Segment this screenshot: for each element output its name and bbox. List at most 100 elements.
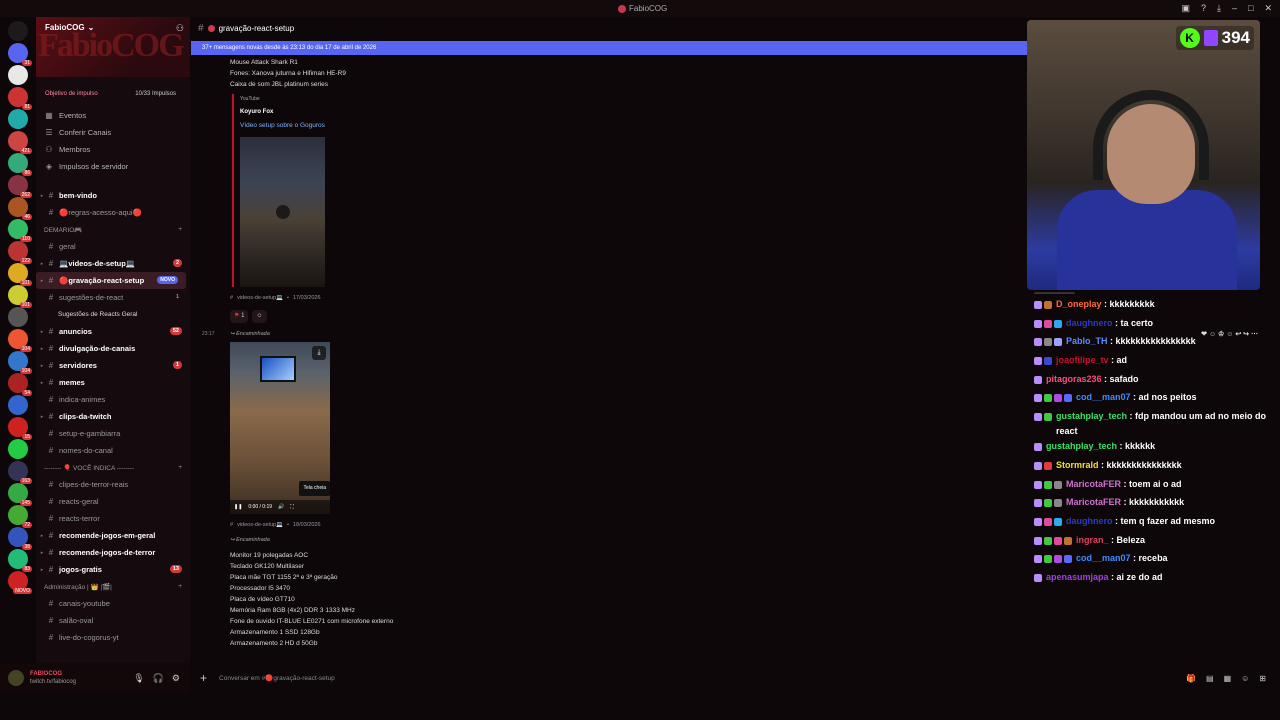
chat-username[interactable]: cod__man07	[1076, 553, 1131, 563]
channel-item[interactable]: ▸ # divulgação-de-canais	[36, 340, 190, 357]
channel-item[interactable]: ▸ # recomende-jogos-em-geral	[36, 527, 190, 544]
category-indica[interactable]: -------- 🎈 VOCÊ INDICA -------- +	[36, 459, 190, 476]
microphone-icon[interactable]: 🎙	[133, 673, 144, 684]
volume-icon[interactable]: 🔊	[278, 502, 284, 513]
channel-item[interactable]: # setup-e-gambiarra	[36, 425, 190, 442]
server-icon[interactable]: 38	[8, 527, 32, 550]
server-icon[interactable]: 31	[8, 43, 32, 66]
chat-username[interactable]: daughnero	[1066, 318, 1113, 328]
channel-item[interactable]: # reacts-terror	[36, 510, 190, 527]
gift-icon[interactable]: 🎁	[1186, 674, 1196, 683]
server-icon[interactable]	[8, 307, 28, 327]
category-demario[interactable]: DEMARIO🎮 +	[36, 221, 190, 238]
chat-username[interactable]: gustahplay_tech	[1046, 441, 1117, 451]
chat-username[interactable]: D_oneplay	[1056, 299, 1102, 309]
download-icon[interactable]: ⤓	[1217, 3, 1221, 14]
server-icon[interactable]: 421	[8, 131, 32, 154]
new-messages-bar[interactable]: 37+ mensagens novas desde às 23:13 do di…	[191, 41, 1027, 55]
server-icon[interactable]: 262	[8, 175, 32, 198]
channel-item[interactable]: # reacts-geral	[36, 493, 190, 510]
channel-item[interactable]: ▸ # 💻videos-de-setup💻 2	[36, 255, 190, 272]
boost-progress[interactable]: Objetivo de impulso 10/33 Impulsos	[36, 77, 190, 97]
forward-source[interactable]: # videos-de-setup💻 • 17/03/2026	[230, 293, 650, 304]
server-icon[interactable]: 101	[8, 263, 32, 286]
avatar[interactable]	[8, 670, 24, 686]
invite-icon[interactable]: ⚇	[176, 23, 184, 34]
chat-username[interactable]: MaricotaFER	[1066, 497, 1121, 507]
chat-username[interactable]: daughnero	[1066, 516, 1113, 526]
server-icon[interactable]: 15	[8, 417, 32, 440]
emoji-icon[interactable]: ☺	[1241, 674, 1249, 683]
server-icon[interactable]: 104	[8, 351, 32, 374]
channel-item[interactable]: ▸ # recomende-jogos-de-terror	[36, 544, 190, 561]
embed-title-link[interactable]: Vídeo setup sobre o Goguros	[240, 121, 332, 131]
server-icon[interactable]: 122	[8, 241, 32, 264]
channel-item[interactable]: # nomes-do-canal	[36, 442, 190, 459]
chat-username[interactable]: Stormrald	[1056, 460, 1099, 470]
forward-source[interactable]: # videos-de-setup💻 • 18/03/2026	[230, 520, 650, 531]
video-player[interactable]: ⤓ Tela cheia ❚❚ 0:00 / 0:19 🔊 ⛶	[230, 342, 330, 514]
reaction-flag[interactable]: ⚑ 1	[230, 310, 249, 323]
server-icon[interactable]: 81	[8, 87, 32, 110]
channel-item[interactable]: # sugestões-de-react 1	[36, 289, 190, 306]
chat-username[interactable]: ingran_	[1076, 535, 1109, 545]
channel-item[interactable]: # clipes-de-terror-reais	[36, 476, 190, 493]
chat-username[interactable]: cod__man07	[1076, 392, 1131, 402]
play-icon[interactable]	[276, 205, 290, 219]
server-icon[interactable]: 46	[8, 197, 32, 220]
category-admin[interactable]: Administração | 👑 |🎬| +	[36, 578, 190, 595]
channel-item[interactable]: # salão-oval	[36, 612, 190, 629]
download-icon[interactable]: ⤓	[312, 346, 326, 360]
server-icon[interactable]: 163	[8, 461, 32, 484]
sticker-icon[interactable]: ▦	[1224, 674, 1232, 683]
add-channel-icon[interactable]: +	[178, 464, 182, 471]
video-thumbnail[interactable]	[240, 137, 325, 287]
chat-username[interactable]: pitagoras236	[1046, 374, 1102, 384]
inbox-icon[interactable]: ▣	[1181, 3, 1190, 14]
server-icon[interactable]: 110	[8, 219, 32, 242]
pause-icon[interactable]: ❚❚	[234, 502, 242, 513]
channel-item[interactable]: ▸ # 🔴gravação-react-setup NOVO	[36, 272, 186, 289]
gif-icon[interactable]: ▤	[1206, 674, 1214, 683]
channel-item[interactable]: # 🔴regras-acesso-aqui🔴	[36, 204, 190, 221]
nav-item-3[interactable]: ◈ Impulsos de servidor	[36, 158, 190, 175]
maximize-button[interactable]: □	[1248, 3, 1253, 14]
user-info[interactable]: FABIOCOG twitch.tv/fabiocog	[30, 670, 76, 686]
guild-header[interactable]: FabioCOG FabioCOG ⌄ ⚇	[36, 17, 190, 77]
server-icon[interactable]	[8, 439, 28, 459]
guild-name[interactable]: FabioCOG ⌄	[45, 23, 94, 32]
chat-username[interactable]: Pablo_TH	[1066, 336, 1108, 346]
server-icon[interactable]: 86	[8, 153, 32, 176]
home-icon[interactable]	[8, 21, 28, 41]
message-input[interactable]: Conversar em #🔴gravação-react-setup	[219, 674, 335, 682]
close-button[interactable]: ✕	[1264, 3, 1272, 14]
server-icon[interactable]	[8, 395, 28, 415]
server-icon[interactable]	[8, 65, 28, 85]
server-icon[interactable]: 145	[8, 483, 32, 506]
channel-item[interactable]: ▸ # bem-vindo	[36, 187, 190, 204]
add-channel-icon[interactable]: +	[178, 583, 182, 590]
channel-item[interactable]: ▸ # jogos-gratis 13	[36, 561, 190, 578]
channel-item[interactable]: ▸ # clips-da-twitch	[36, 408, 190, 425]
thread-item[interactable]: Sugestões de Reacts Geral	[36, 306, 190, 323]
server-icon[interactable]: 101	[8, 285, 32, 308]
chat-username[interactable]: gustahplay_tech	[1056, 411, 1127, 421]
fullscreen-icon[interactable]: ⛶	[290, 502, 294, 513]
help-icon[interactable]: ?	[1201, 3, 1206, 14]
server-icon[interactable]: NOVO	[8, 571, 32, 594]
headphones-icon[interactable]: 🎧	[153, 673, 164, 684]
server-icon[interactable]: 54	[8, 373, 32, 396]
channel-item[interactable]: ▸ # servidores 1	[36, 357, 190, 374]
apps-icon[interactable]: ⊞	[1259, 674, 1266, 683]
server-icon[interactable]: 72	[8, 505, 32, 528]
settings-gear-icon[interactable]: ⚙	[172, 673, 180, 684]
server-icon[interactable]	[8, 109, 28, 129]
minimize-button[interactable]: –	[1232, 3, 1237, 14]
server-icon[interactable]: 83	[8, 549, 32, 572]
channel-item[interactable]: # indica-animes	[36, 391, 190, 408]
server-icon[interactable]: 104	[8, 329, 32, 352]
nav-item-2[interactable]: ⚇ Membros	[36, 141, 190, 158]
add-channel-icon[interactable]: +	[178, 226, 182, 233]
chat-username[interactable]: MaricotaFER	[1066, 479, 1121, 489]
nav-item-1[interactable]: ☰ Conferir Canais	[36, 124, 190, 141]
